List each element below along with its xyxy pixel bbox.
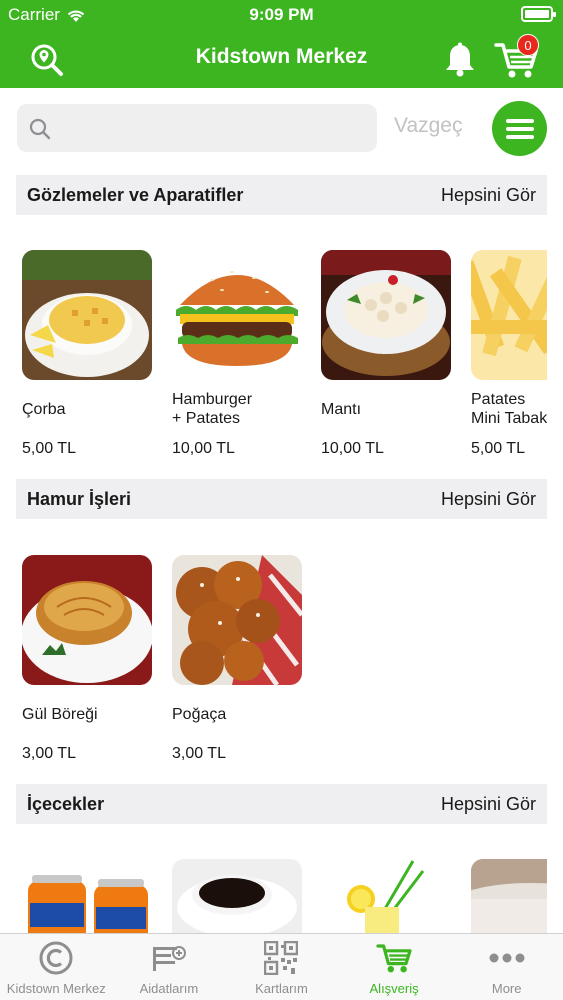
product-name: Çorba [22, 400, 66, 418]
product-price: 10,00 TL [321, 440, 384, 457]
soup-photo [22, 250, 152, 380]
fees-icon [152, 946, 186, 971]
product-card[interactable] [172, 859, 304, 933]
tab-kartlarim[interactable]: Kartlarım [225, 934, 338, 1000]
tab-label: More [491, 981, 522, 996]
copyright-icon [39, 941, 73, 975]
cancel-button[interactable]: Vazgeç [394, 114, 463, 138]
tab-label: Kartlarım [255, 981, 308, 996]
product-name: Mantı [321, 400, 362, 418]
product-card[interactable]: Çorba 5,00 TL [22, 250, 154, 457]
see-all-button[interactable]: Hepsini Gör [441, 185, 536, 206]
burger-photo [172, 250, 302, 380]
tab-label: Alışveriş [369, 981, 419, 996]
lemonade-photo [321, 859, 451, 933]
product-card[interactable]: Patates Mini Tabak 5,00 TL [471, 250, 547, 457]
product-name: Gül Böreği [22, 705, 98, 723]
section-header: Gözlemeler ve Aparatifler Hepsini Gör [16, 175, 547, 215]
product-price: 3,00 TL [22, 745, 76, 762]
battery-icon [521, 6, 556, 22]
section-header: Hamur İşleri Hepsini Gör [16, 479, 547, 519]
product-name: Poğaça [172, 705, 227, 723]
tab-label: Aidatlarım [139, 981, 199, 996]
product-name: Hamburger + Patates [172, 391, 253, 427]
product-card[interactable]: Hamburger + Patates 10,00 TL [172, 250, 304, 457]
tab-bar: Kidstown Merkez Aidatlarım Kartlarım Alı… [0, 933, 563, 1000]
product-card[interactable]: Mantı 10,00 TL [321, 250, 453, 457]
bell-icon[interactable] [440, 40, 480, 80]
coffee-photo [172, 859, 302, 933]
product-card[interactable] [471, 859, 547, 933]
product-price: 3,00 TL [172, 745, 226, 762]
menu-button[interactable] [492, 101, 547, 156]
section-title: Gözlemeler ve Aparatifler [27, 185, 244, 205]
search-input[interactable] [61, 104, 361, 152]
qr-code-icon [264, 941, 299, 975]
nav-bar: Kidstown Merkez 0 [0, 30, 563, 88]
status-bar: Carrier 9:09 PM [0, 0, 563, 30]
status-time: 9:09 PM [249, 5, 314, 24]
product-card[interactable] [22, 859, 154, 933]
section-title: İçecekler [27, 794, 105, 814]
tab-label: Kidstown Merkez [6, 981, 106, 996]
product-price: 5,00 TL [471, 440, 525, 457]
shopping-cart-icon [376, 944, 412, 973]
more-dots-icon [489, 953, 525, 963]
cart-button[interactable]: 0 [492, 34, 540, 80]
manti-photo [321, 250, 451, 380]
pogaca-photo [172, 555, 302, 685]
tab-kidstown-merkez[interactable]: Kidstown Merkez [0, 934, 113, 1000]
product-card[interactable] [321, 859, 453, 933]
section-title: Hamur İşleri [27, 489, 132, 509]
cup-photo [471, 859, 547, 933]
tab-alisveris[interactable]: Alışveriş [338, 934, 451, 1000]
cart-count-badge: 0 [517, 34, 539, 56]
tab-aidatlarim[interactable]: Aidatlarım [113, 934, 226, 1000]
product-card[interactable]: Gül Böreği 3,00 TL [22, 555, 154, 762]
product-card[interactable]: Poğaça 3,00 TL [172, 555, 304, 762]
product-price: 5,00 TL [22, 440, 76, 457]
hamburger-menu-icon [505, 115, 534, 143]
section-header: İçecekler Hepsini Gör [16, 784, 547, 824]
tab-more[interactable]: More [450, 934, 563, 1000]
see-all-button[interactable]: Hepsini Gör [441, 794, 536, 815]
search-icon [29, 118, 51, 140]
product-price: 10,00 TL [172, 440, 235, 457]
search-box[interactable] [17, 104, 377, 152]
fries-photo [471, 250, 547, 380]
borek-photo [22, 555, 152, 685]
see-all-button[interactable]: Hepsini Gör [441, 489, 536, 510]
product-name: Patates Mini Tabak [471, 391, 547, 427]
fanta-photo [22, 859, 152, 933]
